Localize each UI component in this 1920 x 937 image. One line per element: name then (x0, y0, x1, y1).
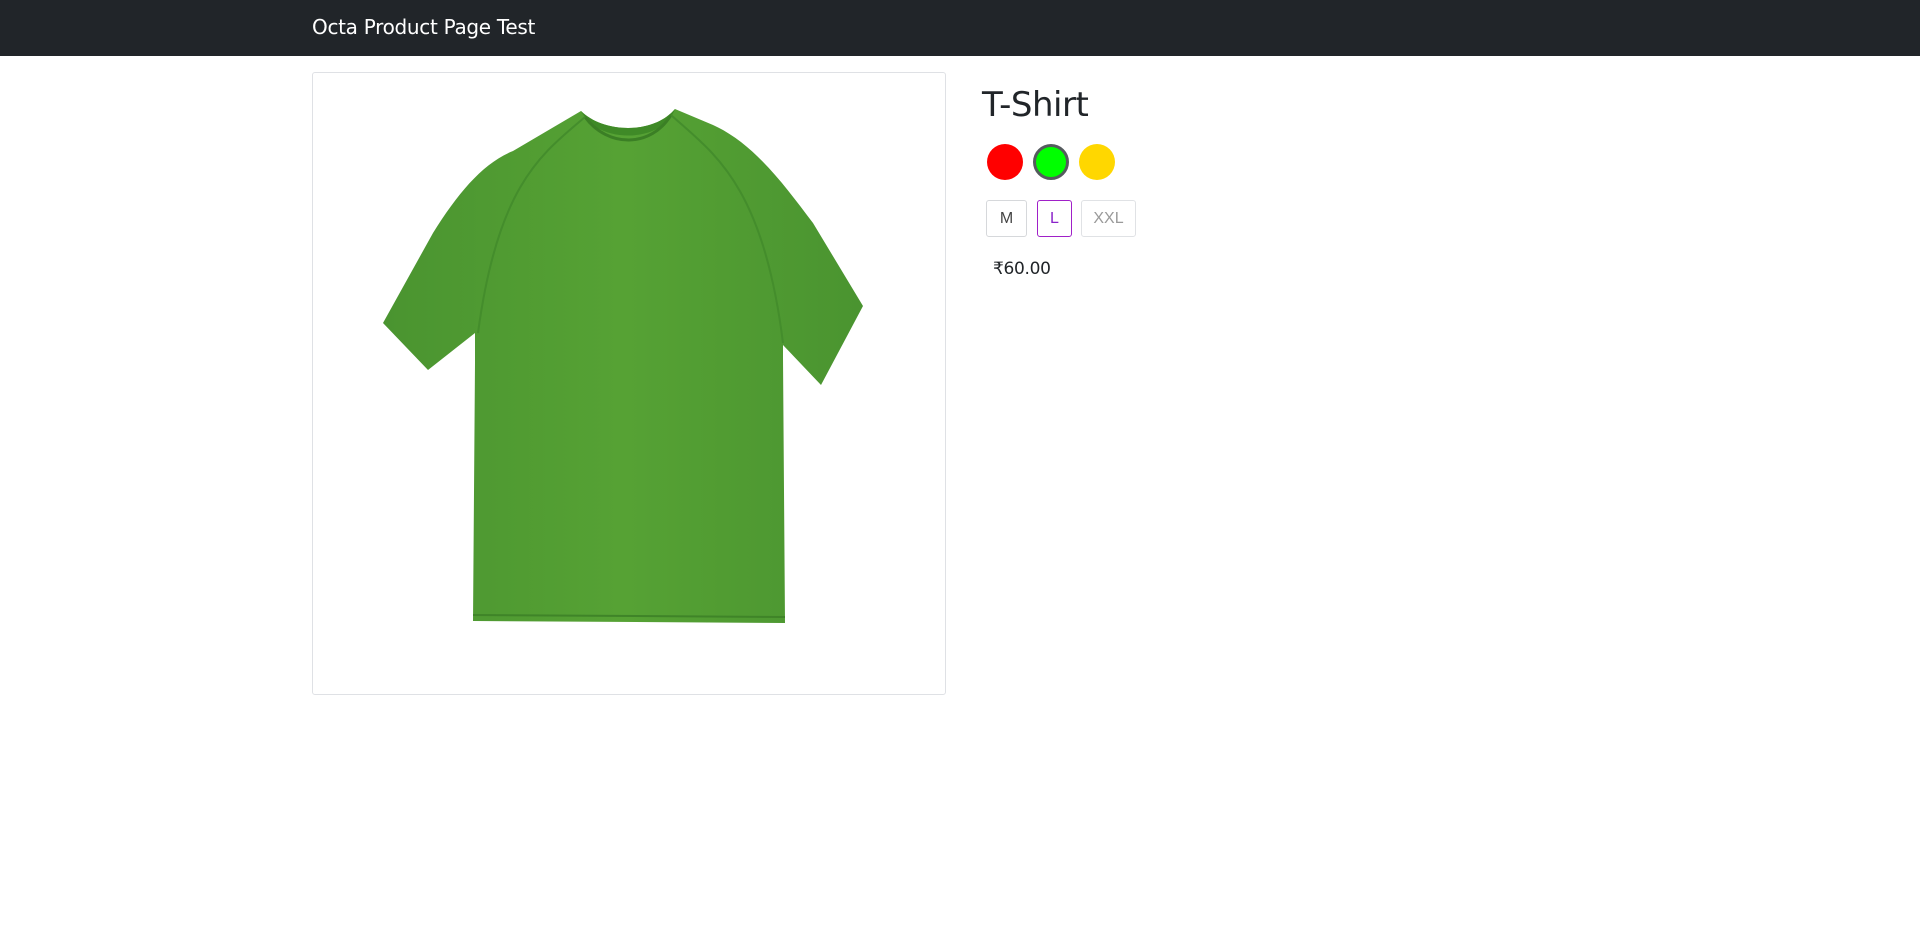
product-price: ₹60.00 (993, 259, 1051, 279)
color-swatch-red[interactable] (987, 144, 1023, 180)
color-swatch-green[interactable] (1033, 144, 1069, 180)
navbar: Octa Product Page Test (0, 0, 1920, 56)
navbar-brand[interactable]: Octa Product Page Test (312, 14, 535, 40)
size-option-l[interactable]: L (1037, 200, 1072, 237)
size-option-xxl[interactable]: XXL (1081, 200, 1136, 237)
size-option-m[interactable]: M (986, 200, 1027, 237)
product-image-card (312, 72, 946, 695)
product-title: T-Shirt (982, 85, 1089, 125)
color-swatch-yellow[interactable] (1079, 144, 1115, 180)
green-tshirt-image (383, 109, 863, 623)
